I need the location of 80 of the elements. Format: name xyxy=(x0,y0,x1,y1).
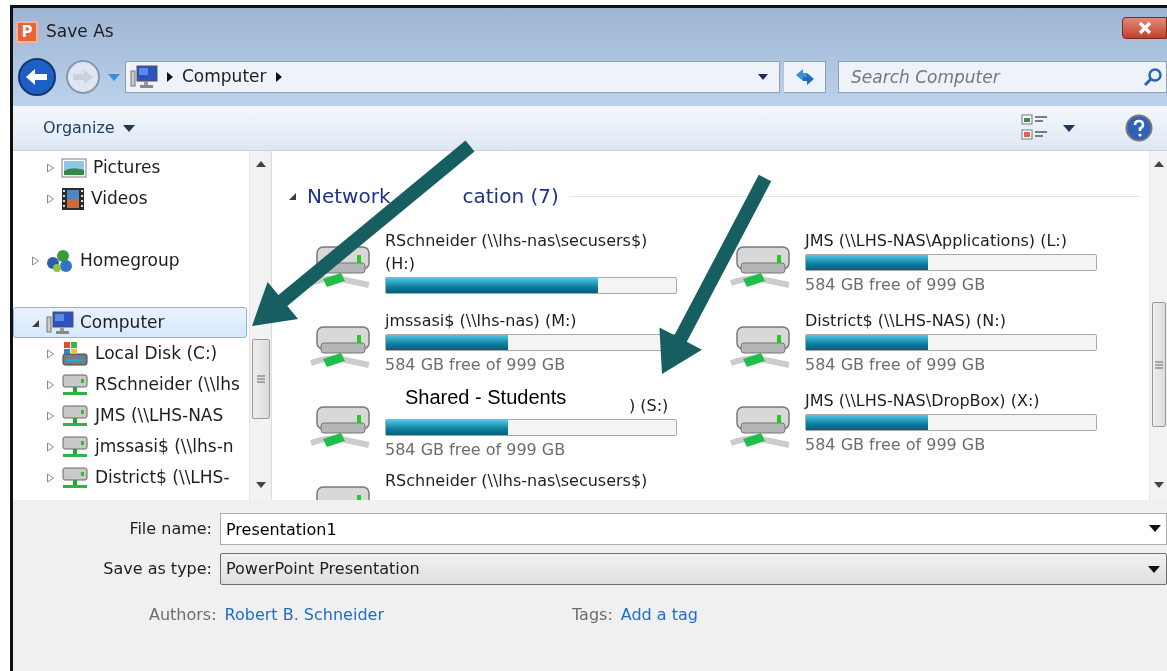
tree-item[interactable]: Videos xyxy=(13,183,247,214)
field-label: Authors: xyxy=(149,604,218,626)
expand-arrow-icon[interactable] xyxy=(46,193,55,204)
metadata-link[interactable]: Robert B. Schneider xyxy=(224,603,384,627)
file-name-field[interactable]: Presentation1 xyxy=(220,513,1167,545)
expand-arrow-icon[interactable] xyxy=(46,410,55,421)
drive-name: jmssasi$ (\\lhs-nas) (M:) xyxy=(385,310,578,332)
group-header[interactable]: cation (7) xyxy=(462,181,559,211)
expand-arrow-icon[interactable] xyxy=(46,441,55,452)
free-space-text: 584 GB free of 999 GB xyxy=(805,354,987,376)
chevron-right-icon[interactable] xyxy=(166,71,174,83)
view-dropdown-icon[interactable] xyxy=(1063,124,1075,132)
tree-item[interactable]: District$ (\\LHS- xyxy=(13,462,247,493)
scroll-down-icon[interactable] xyxy=(1153,482,1164,488)
scroll-up-icon[interactable] xyxy=(1153,161,1164,167)
field-label: Save as type: xyxy=(102,558,213,580)
network-drive-icon xyxy=(61,373,89,396)
drive-name: RSchneider (\\lhs-nas\secusers$) (H:) xyxy=(385,230,649,275)
search-field[interactable]: Search Computer xyxy=(838,61,1167,93)
view-options-icon[interactable] xyxy=(1021,113,1049,143)
picture-icon xyxy=(61,157,87,178)
tree-item[interactable]: Local Disk (C:) xyxy=(13,338,247,369)
drive-name: JMS (\\LHS-NAS\DropBox) (X:) xyxy=(805,390,1041,412)
free-space-text: 584 GB free of 999 GB xyxy=(805,274,987,296)
free-space-text: 584 GB free of 999 GB xyxy=(385,439,567,461)
scrollbar[interactable] xyxy=(249,151,271,500)
refresh-button[interactable] xyxy=(784,61,826,93)
scroll-thumb[interactable] xyxy=(251,339,270,419)
monitor-icon xyxy=(46,310,74,335)
drive-name: District$ (\\LHS-NAS) (N:) xyxy=(805,310,1007,332)
tree-item[interactable]: Computer xyxy=(13,307,247,338)
network-drive-icon xyxy=(61,404,89,427)
drive-name: RSchneider (\\lhs-nas\secusers$) xyxy=(385,470,649,492)
tree-item[interactable]: Pictures xyxy=(13,152,247,183)
breadcrumb-link[interactable]: Computer xyxy=(182,64,267,90)
network-drive-icon xyxy=(61,435,89,458)
help-icon[interactable] xyxy=(1125,114,1153,142)
tree-item[interactable]: Homegroup xyxy=(13,245,247,276)
free-space-text: 584 GB free of 999 GB xyxy=(805,434,987,456)
window-title: Save As xyxy=(46,20,114,44)
back-button[interactable] xyxy=(15,57,59,97)
network-drive-icon xyxy=(61,466,89,489)
drive-name: JMS (\\LHS-NAS\Applications) (L:) xyxy=(805,230,1068,252)
dropdown-arrow-icon xyxy=(1148,565,1160,573)
organize-menu-button[interactable]: Organize xyxy=(41,114,137,142)
dropdown-arrow-icon[interactable] xyxy=(757,73,769,81)
close-button[interactable] xyxy=(1122,17,1167,39)
scroll-thumb[interactable] xyxy=(1151,302,1166,427)
grip-icon xyxy=(256,375,265,383)
hard-drive-icon xyxy=(61,340,89,367)
scroll-down-icon[interactable] xyxy=(255,482,266,488)
chevron-right-icon[interactable] xyxy=(274,71,283,83)
field-label: Tags: xyxy=(571,604,614,626)
expand-arrow-icon[interactable] xyxy=(46,379,55,390)
tree-item[interactable]: RSchneider (\\lhs xyxy=(13,369,247,400)
film-icon xyxy=(61,186,85,211)
caret-icon xyxy=(122,124,135,132)
metadata-link[interactable]: Add a tag xyxy=(620,603,698,627)
tree-item[interactable]: JMS (\\LHS-NAS xyxy=(13,400,247,431)
collapse-arrow-icon[interactable] xyxy=(288,191,297,201)
monitor-icon xyxy=(130,65,158,89)
expand-arrow-icon[interactable] xyxy=(46,472,55,483)
drive-name: ) (S:) xyxy=(629,395,669,417)
search-icon[interactable] xyxy=(1143,67,1163,87)
expand-arrow-icon[interactable] xyxy=(46,162,55,173)
expand-arrow-icon[interactable] xyxy=(46,348,55,359)
scroll-up-icon[interactable] xyxy=(255,161,266,167)
file-type-dropdown[interactable]: PowerPoint Presentation xyxy=(220,553,1167,585)
free-space-text: 584 GB free of 999 GB xyxy=(385,354,567,376)
dropdown-arrow-icon[interactable] xyxy=(1149,525,1161,532)
scrollbar[interactable] xyxy=(1149,151,1167,500)
expand-arrow-icon[interactable] xyxy=(31,255,40,266)
field-label: File name: xyxy=(128,518,213,540)
tree-item[interactable]: jmssasi$ (\\lhs-n xyxy=(13,431,247,462)
grip-icon xyxy=(1154,360,1163,369)
spheres-icon xyxy=(46,248,74,273)
app-logo-icon: P xyxy=(16,21,38,43)
address-field[interactable]: Computer xyxy=(125,61,780,93)
group-header[interactable]: Network xyxy=(307,181,391,211)
close-icon xyxy=(1136,21,1153,35)
